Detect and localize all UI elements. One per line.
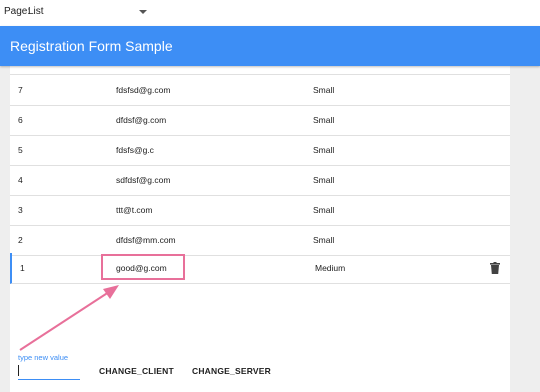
new-value-input[interactable] — [18, 363, 80, 380]
change-server-button[interactable]: CHANGE_SERVER — [192, 364, 271, 378]
trash-icon[interactable] — [490, 262, 500, 274]
row-email: sdfdsf@g.com — [116, 175, 171, 185]
row-size: Small — [313, 115, 335, 125]
text-caret — [18, 365, 19, 376]
table-row[interactable]: 7 fdsfsd@g.com Small — [10, 75, 510, 106]
row-email: fdsfs@g.c — [116, 145, 154, 155]
row-email: fdsfsd@g.com — [116, 85, 171, 95]
table-row[interactable]: 5 fdsfs@g.c Small — [10, 135, 510, 166]
row-size: Small — [313, 85, 335, 95]
row-id: 7 — [18, 85, 23, 95]
row-email: ttt@t.com — [116, 205, 153, 215]
row-size: Small — [313, 205, 335, 215]
email-highlight-annotation — [101, 254, 185, 280]
row-size: Small — [313, 145, 335, 155]
table-row[interactable]: 4 sdfdsf@g.com Small — [10, 165, 510, 196]
row-id: 2 — [18, 235, 23, 245]
row-size: Medium — [315, 263, 346, 273]
row-email: dfdsf@mm.com — [116, 235, 176, 245]
row-email: dfdsf@g.com — [116, 115, 167, 125]
row-id: 5 — [18, 145, 23, 155]
row-id: 3 — [18, 205, 23, 215]
table-row[interactable]: 2 dfdsf@mm.com Small — [10, 225, 510, 256]
table-row[interactable]: 6 dfdsf@g.com Small — [10, 105, 510, 136]
table-row-selected[interactable]: 1 good@g.com Medium — [10, 253, 510, 284]
page-selector-value[interactable]: List — [28, 6, 44, 17]
app-title: Registration Form Sample — [10, 38, 173, 54]
row-size: Small — [313, 235, 335, 245]
row-id: 6 — [18, 115, 23, 125]
row-id: 4 — [18, 175, 23, 185]
table-row[interactable]: 3 ttt@t.com Small — [10, 195, 510, 226]
chevron-down-icon[interactable] — [139, 10, 147, 14]
row-id: 1 — [20, 263, 25, 273]
app-bar: Registration Form Sample — [0, 26, 540, 66]
new-value-label: type new value — [18, 353, 69, 362]
page-selector-bar: Page: List — [0, 0, 540, 26]
change-client-button[interactable]: CHANGE_CLIENT — [99, 364, 174, 378]
page-selector-label: Page: — [4, 6, 31, 17]
row-size: Small — [313, 175, 335, 185]
